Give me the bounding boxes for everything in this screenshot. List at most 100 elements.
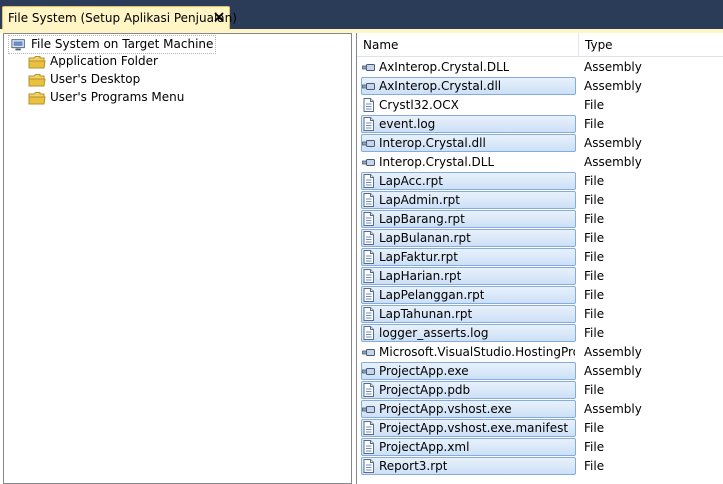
file-icon: [363, 250, 374, 264]
item-type: File: [584, 193, 605, 207]
list-item[interactable]: LapFaktur.rpt File: [357, 248, 723, 267]
list-item[interactable]: Interop.Crystal.DLL Assembly: [357, 153, 723, 172]
file-icon: [363, 98, 374, 112]
folder-icon: [28, 73, 46, 86]
list-item[interactable]: LapBulanan.rpt File: [357, 229, 723, 248]
list-item[interactable]: LapHarian.rpt File: [357, 267, 723, 286]
item-type: Assembly: [584, 79, 642, 93]
tab-title: File System (Setup Aplikasi Penjualan): [8, 11, 237, 25]
list-item[interactable]: Microsoft.VisualStudio.HostingPro... Asse…: [357, 343, 723, 362]
item-name: LapPelanggan.rpt: [379, 288, 485, 302]
list-item[interactable]: ProjectApp.pdb File: [357, 381, 723, 400]
item-type: Assembly: [584, 345, 642, 359]
tree-item-label: Application Folder: [50, 54, 158, 68]
list-item[interactable]: ProjectApp.xml File: [357, 438, 723, 457]
list-item[interactable]: LapBarang.rpt File: [357, 210, 723, 229]
file-system-editor: File System on Target Machine Applicatio…: [0, 33, 723, 484]
file-icon: [363, 212, 374, 226]
item-name: LapAdmin.rpt: [379, 193, 460, 207]
item-name: logger_asserts.log: [379, 326, 489, 340]
item-name: ProjectApp.xml: [379, 440, 470, 454]
list-item[interactable]: AxInterop.Crystal.dll Assembly: [357, 77, 723, 96]
list-item[interactable]: LapAdmin.rpt File: [357, 191, 723, 210]
item-type: File: [584, 98, 605, 112]
tree-root-item[interactable]: File System on Target Machine: [8, 35, 217, 54]
item-name: Report3.rpt: [379, 459, 448, 473]
list-item[interactable]: Crystl32.OCX File: [357, 96, 723, 115]
item-type: File: [584, 117, 605, 131]
item-type: File: [584, 421, 605, 435]
assembly-icon: [362, 368, 375, 375]
column-header-name[interactable]: Name: [357, 33, 579, 57]
tree-root-label: File System on Target Machine: [31, 37, 214, 51]
item-name: LapAcc.rpt: [379, 174, 443, 188]
file-icon: [363, 117, 374, 131]
item-type: File: [584, 383, 605, 397]
item-type: File: [584, 174, 605, 188]
tree-item-users-programs-menu[interactable]: User's Programs Menu: [28, 89, 184, 106]
item-name: ProjectApp.pdb: [379, 383, 471, 397]
assembly-icon: [362, 140, 375, 147]
item-type: File: [584, 250, 605, 264]
document-tab-strip: File System (Setup Aplikasi Penjualan): [0, 0, 723, 29]
assembly-icon: [362, 406, 375, 413]
tab-file-system[interactable]: File System (Setup Aplikasi Penjualan): [2, 6, 237, 29]
list-item[interactable]: AxInterop.Crystal.DLL Assembly: [357, 58, 723, 77]
file-icon: [363, 326, 374, 340]
tree-item-application-folder[interactable]: Application Folder: [28, 53, 158, 70]
item-name: Interop.Crystal.DLL: [379, 155, 495, 169]
item-name: Crystl32.OCX: [379, 98, 459, 112]
item-type: Assembly: [584, 60, 642, 74]
item-name: ProjectApp.vshost.exe.manifest: [379, 421, 569, 435]
item-type: File: [584, 326, 605, 340]
file-icon: [363, 383, 374, 397]
file-system-tree: File System on Target Machine Applicatio…: [3, 33, 352, 484]
assembly-icon: [362, 64, 375, 71]
tree-item-users-desktop[interactable]: User's Desktop: [28, 71, 140, 88]
item-name: LapHarian.rpt: [379, 269, 462, 283]
file-icon: [363, 421, 374, 435]
folder-icon: [28, 55, 46, 68]
assembly-icon: [362, 349, 375, 356]
item-type: Assembly: [584, 364, 642, 378]
file-icon: [363, 440, 374, 454]
item-name: event.log: [379, 117, 436, 131]
item-type: File: [584, 231, 605, 245]
tree-item-label: User's Desktop: [50, 72, 141, 86]
file-list: Name Type AxInterop.Crystal.DLL Assembly A…: [356, 33, 723, 484]
item-name: LapFaktur.rpt: [379, 250, 458, 264]
column-header-type[interactable]: Type: [579, 33, 723, 57]
item-name: AxInterop.Crystal.DLL: [379, 60, 510, 74]
file-icon: [363, 459, 374, 473]
list-item[interactable]: event.log File: [357, 115, 723, 134]
file-icon: [363, 231, 374, 245]
item-type: File: [584, 288, 605, 302]
item-type: Assembly: [584, 136, 642, 150]
item-type: File: [584, 269, 605, 283]
file-icon: [363, 269, 374, 283]
item-name: Microsoft.VisualStudio.HostingPro...: [379, 345, 575, 359]
list-item[interactable]: ProjectApp.vshost.exe Assembly: [357, 400, 723, 419]
list-item[interactable]: LapTahunan.rpt File: [357, 305, 723, 324]
item-type: File: [584, 459, 605, 473]
item-type: Assembly: [584, 402, 642, 416]
list-item[interactable]: logger_asserts.log File: [357, 324, 723, 343]
computer-icon: [11, 38, 25, 50]
item-type: File: [584, 307, 605, 321]
item-name: Interop.Crystal.dll: [379, 136, 486, 150]
item-name: LapTahunan.rpt: [379, 307, 473, 321]
list-item[interactable]: Interop.Crystal.dll Assembly: [357, 134, 723, 153]
item-type: File: [584, 440, 605, 454]
list-item[interactable]: ProjectApp.exe Assembly: [357, 362, 723, 381]
item-type: File: [584, 212, 605, 226]
folder-icon: [28, 91, 46, 104]
item-name: AxInterop.Crystal.dll: [379, 79, 502, 93]
close-icon[interactable]: [213, 11, 225, 23]
list-item[interactable]: LapAcc.rpt File: [357, 172, 723, 191]
item-type: Assembly: [584, 155, 642, 169]
item-name: LapBarang.rpt: [379, 212, 465, 226]
tree-item-label: User's Programs Menu: [50, 90, 185, 104]
list-item[interactable]: Report3.rpt File: [357, 457, 723, 476]
list-item[interactable]: ProjectApp.vshost.exe.manifest File: [357, 419, 723, 438]
list-item[interactable]: LapPelanggan.rpt File: [357, 286, 723, 305]
